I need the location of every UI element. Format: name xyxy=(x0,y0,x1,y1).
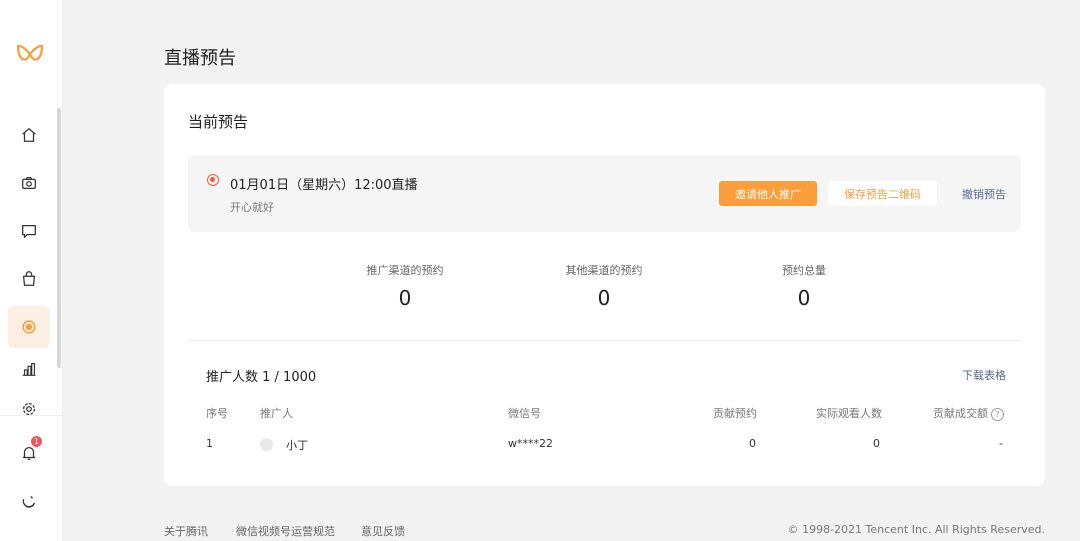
page-title: 直播预告 xyxy=(164,48,236,69)
stat-label: 推广渠道的预约 xyxy=(366,264,444,277)
stat-promo-reservations: 推广渠道的预约 0 xyxy=(340,262,470,310)
current-announcement: 01月01日（星期六）12:00直播 开心就好 邀请他人推广 保存预告二维码 撤… xyxy=(188,155,1021,232)
avatar xyxy=(260,438,273,451)
user-profile-icon xyxy=(22,496,36,508)
stat-total-reservations: 预约总量 0 xyxy=(739,262,869,310)
column-header-viewers: 实际观看人数 xyxy=(816,407,882,420)
sidebar-divider xyxy=(0,415,62,416)
column-header-promoter: 推广人 xyxy=(260,407,293,420)
promoters-count: 推广人数 1 / 1000 xyxy=(206,370,317,385)
shopping-bag-icon xyxy=(22,271,36,286)
table-cell-wechat: w****22 xyxy=(508,437,553,450)
table-cell-viewers: 0 xyxy=(873,437,880,450)
sidebar-item-data[interactable] xyxy=(8,348,50,390)
announcement-description: 开心就好 xyxy=(230,201,274,214)
column-header-wechat: 微信号 xyxy=(508,407,541,420)
announcement-card: 当前预告 01月01日（星期六）12:00直播 开心就好 邀请他人推广 保存预告… xyxy=(164,84,1045,486)
footer-link-feedback[interactable]: 意见反馈 xyxy=(361,523,405,539)
copyright: © 1998-2021 Tencent Inc. All Rights Rese… xyxy=(787,523,1045,536)
column-header-reservations: 贡献预约 xyxy=(713,407,757,420)
sidebar-item-profile[interactable] xyxy=(8,480,50,522)
column-header-index: 序号 xyxy=(206,407,228,420)
column-header-sales-label: 贡献成交额 xyxy=(933,407,988,420)
bar-chart-icon xyxy=(22,363,36,376)
footer-link-rules[interactable]: 微信视频号运营规范 xyxy=(236,523,335,539)
comment-icon xyxy=(22,224,36,238)
stat-other-reservations: 其他渠道的预约 0 xyxy=(539,262,669,310)
table-cell-sales: - xyxy=(999,437,1003,450)
cancel-announcement-link[interactable]: 撤销预告 xyxy=(962,186,1006,202)
section-title: 当前预告 xyxy=(188,113,249,131)
notification-badge: 1 xyxy=(31,436,42,447)
live-status-icon xyxy=(207,174,219,186)
stat-label: 其他渠道的预约 xyxy=(565,264,643,277)
camera-icon xyxy=(22,176,36,190)
sidebar-item-shop[interactable] xyxy=(8,258,50,300)
sidebar-item-settings[interactable] xyxy=(8,388,50,430)
invite-promote-button[interactable]: 邀请他人推广 xyxy=(719,181,817,206)
sidebar-item-home[interactable] xyxy=(8,114,50,156)
live-icon xyxy=(22,320,36,334)
stat-value: 0 xyxy=(797,286,811,310)
announcement-time: 01月01日（星期六）12:00直播 xyxy=(230,178,418,193)
download-table-link[interactable]: 下载表格 xyxy=(962,367,1006,383)
sidebar-scrollbar[interactable] xyxy=(57,108,61,368)
sidebar: 1 xyxy=(0,0,63,541)
column-header-sales: 贡献成交额? xyxy=(933,405,1004,421)
sidebar-item-comments[interactable] xyxy=(8,210,50,252)
table-cell-reservations: 0 xyxy=(749,437,756,450)
stat-label: 预约总量 xyxy=(782,264,826,277)
sidebar-item-notifications[interactable]: 1 xyxy=(8,432,50,474)
question-circle-icon[interactable]: ? xyxy=(991,407,1004,421)
channels-logo-icon[interactable] xyxy=(14,38,46,70)
table-cell-promoter: 小丁 xyxy=(286,439,308,452)
table-cell-index: 1 xyxy=(206,437,213,450)
save-qr-code-button[interactable]: 保存预告二维码 xyxy=(828,181,937,206)
sidebar-item-live[interactable] xyxy=(8,306,50,348)
divider xyxy=(188,340,1021,341)
footer-link-about[interactable]: 关于腾讯 xyxy=(164,523,208,539)
home-icon xyxy=(22,127,36,142)
sidebar-item-camera[interactable] xyxy=(8,162,50,204)
stat-value: 0 xyxy=(398,286,412,310)
stat-value: 0 xyxy=(597,286,611,310)
